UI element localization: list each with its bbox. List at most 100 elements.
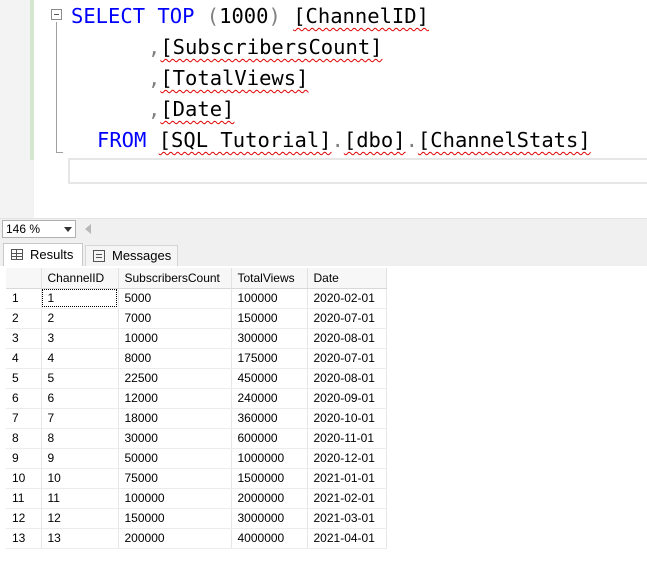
- grid-cell[interactable]: 8: [41, 428, 119, 449]
- grid-cell[interactable]: 2020-07-01: [307, 308, 387, 329]
- grid-cell[interactable]: 2021-01-01: [307, 468, 387, 489]
- grid-cell[interactable]: 3000000: [231, 508, 308, 529]
- row-number[interactable]: 3: [6, 328, 42, 349]
- table-row[interactable]: 4 4 8000 175000 2020-07-01: [6, 348, 387, 369]
- grid-cell[interactable]: 18000: [118, 408, 232, 429]
- row-number[interactable]: 13: [6, 528, 42, 549]
- collapse-toggle-icon[interactable]: [51, 9, 62, 20]
- grid-cell[interactable]: 300000: [231, 328, 308, 349]
- grid-cell[interactable]: 3: [41, 328, 119, 349]
- dot: .: [405, 128, 418, 152]
- tab-messages[interactable]: Messages: [85, 245, 178, 266]
- grid-cell[interactable]: 4000000: [231, 528, 308, 549]
- row-number[interactable]: 11: [6, 488, 42, 509]
- grid-cell[interactable]: 2020-02-01: [307, 288, 387, 309]
- grid-cell[interactable]: 8000: [118, 348, 232, 369]
- grid-cell[interactable]: 240000: [231, 388, 308, 409]
- table-row[interactable]: 11 11 100000 2000000 2021-02-01: [6, 488, 387, 509]
- row-number[interactable]: 4: [6, 348, 42, 369]
- grid-cell[interactable]: 2021-02-01: [307, 488, 387, 509]
- grid-cell[interactable]: 2020-11-01: [307, 428, 387, 449]
- grid-cell[interactable]: 4: [41, 348, 119, 369]
- table-row[interactable]: 10 10 75000 1500000 2021-01-01: [6, 468, 387, 489]
- grid-cell[interactable]: 6: [41, 388, 119, 409]
- grid-cell[interactable]: 2020-07-01: [307, 348, 387, 369]
- tab-results[interactable]: Results: [3, 243, 83, 266]
- row-number[interactable]: 5: [6, 368, 42, 389]
- column-header[interactable]: Date: [307, 268, 387, 289]
- keyword-top: TOP: [157, 4, 195, 28]
- grid-cell[interactable]: 30000: [118, 428, 232, 449]
- row-number[interactable]: 6: [6, 388, 42, 409]
- grid-cell[interactable]: 175000: [231, 348, 308, 369]
- grid-cell[interactable]: 2000000: [231, 488, 308, 509]
- row-number[interactable]: 8: [6, 428, 42, 449]
- grid-cell[interactable]: 12000: [118, 388, 232, 409]
- grid-cell[interactable]: 9: [41, 448, 119, 469]
- grid-cell[interactable]: 2020-09-01: [307, 388, 387, 409]
- code-line-4[interactable]: ,[Date]: [148, 96, 234, 122]
- table-row[interactable]: 2 2 7000 150000 2020-07-01: [6, 308, 387, 329]
- grid-cell[interactable]: 2020-10-01: [307, 408, 387, 429]
- table-row[interactable]: 7 7 18000 360000 2020-10-01: [6, 408, 387, 429]
- grid-cell[interactable]: 150000: [231, 308, 308, 329]
- table-row[interactable]: 12 12 150000 3000000 2021-03-01: [6, 508, 387, 529]
- schema-identifier: [dbo]: [343, 128, 406, 152]
- grid-cell[interactable]: 5000: [118, 288, 232, 309]
- scroll-left-icon[interactable]: [85, 224, 91, 234]
- code-line-3[interactable]: ,[TotalViews]: [148, 65, 308, 91]
- table-row[interactable]: 6 6 12000 240000 2020-09-01: [6, 388, 387, 409]
- row-number-header[interactable]: [6, 268, 42, 289]
- grid-cell[interactable]: 360000: [231, 408, 308, 429]
- table-row[interactable]: 3 3 10000 300000 2020-08-01: [6, 328, 387, 349]
- table-row[interactable]: 1 1 5000 100000 2020-02-01: [6, 288, 387, 309]
- column-header[interactable]: SubscribersCount: [118, 268, 232, 289]
- code-line-1[interactable]: SELECT TOP (1000) [ChannelID]: [71, 3, 429, 29]
- grid-cell[interactable]: 2020-08-01: [307, 328, 387, 349]
- grid-cell[interactable]: 10: [41, 468, 119, 489]
- grid-cell[interactable]: 2021-04-01: [307, 528, 387, 549]
- grid-cell[interactable]: 22500: [118, 368, 232, 389]
- table-row[interactable]: 5 5 22500 450000 2020-08-01: [6, 368, 387, 389]
- row-number[interactable]: 2: [6, 308, 42, 329]
- grid-cell[interactable]: 2020-08-01: [307, 368, 387, 389]
- table-row[interactable]: 9 9 50000 1000000 2020-12-01: [6, 448, 387, 469]
- query-editor[interactable]: SELECT TOP (1000) [ChannelID] ,[Subscrib…: [0, 0, 647, 218]
- grid-cell[interactable]: 100000: [118, 488, 232, 509]
- grid-cell[interactable]: 5: [41, 368, 119, 389]
- results-grid[interactable]: ChannelID SubscribersCount TotalViews Da…: [6, 268, 387, 549]
- grid-cell[interactable]: 600000: [231, 428, 308, 449]
- column-header[interactable]: ChannelID: [41, 268, 119, 289]
- grid-cell[interactable]: 100000: [231, 288, 308, 309]
- grid-cell[interactable]: 2021-03-01: [307, 508, 387, 529]
- grid-cell[interactable]: 7: [41, 408, 119, 429]
- chevron-down-icon[interactable]: [64, 227, 72, 232]
- grid-cell[interactable]: 1: [41, 288, 119, 309]
- grid-cell[interactable]: 1000000: [231, 448, 308, 469]
- grid-cell[interactable]: 12: [41, 508, 119, 529]
- grid-cell[interactable]: 75000: [118, 468, 232, 489]
- grid-cell[interactable]: 1500000: [231, 468, 308, 489]
- grid-cell[interactable]: 10000: [118, 328, 232, 349]
- row-number[interactable]: 7: [6, 408, 42, 429]
- row-number[interactable]: 1: [6, 288, 42, 309]
- current-line-highlight[interactable]: [68, 158, 647, 184]
- table-row[interactable]: 8 8 30000 600000 2020-11-01: [6, 428, 387, 449]
- grid-cell[interactable]: 2: [41, 308, 119, 329]
- grid-cell[interactable]: 450000: [231, 368, 308, 389]
- column-header[interactable]: TotalViews: [231, 268, 308, 289]
- grid-cell[interactable]: 13: [41, 528, 119, 549]
- grid-cell[interactable]: 150000: [118, 508, 232, 529]
- zoom-dropdown[interactable]: 146 %: [2, 220, 76, 238]
- grid-cell[interactable]: 2020-12-01: [307, 448, 387, 469]
- row-number[interactable]: 9: [6, 448, 42, 469]
- grid-cell[interactable]: 11: [41, 488, 119, 509]
- code-line-5[interactable]: FROM [SQL Tutorial].[dbo].[ChannelStats]: [97, 127, 591, 153]
- row-number[interactable]: 10: [6, 468, 42, 489]
- row-number[interactable]: 12: [6, 508, 42, 529]
- grid-cell[interactable]: 7000: [118, 308, 232, 329]
- table-row[interactable]: 13 13 200000 4000000 2021-04-01: [6, 528, 387, 549]
- grid-cell[interactable]: 50000: [118, 448, 232, 469]
- grid-cell[interactable]: 200000: [118, 528, 232, 549]
- code-line-2[interactable]: ,[SubscribersCount]: [148, 34, 383, 60]
